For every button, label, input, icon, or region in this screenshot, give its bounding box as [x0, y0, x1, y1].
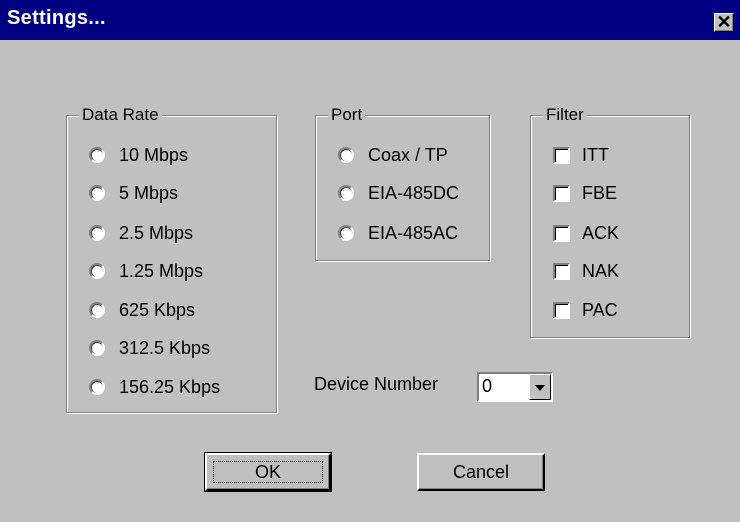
option-label: 156.25 Kbps — [119, 376, 221, 397]
radio-icon — [338, 147, 354, 163]
port-group: Port Coax / TP EIA-485DC EIA-485AC — [315, 104, 490, 261]
option-label: 5 Mbps — [119, 182, 179, 203]
radio-icon — [89, 302, 105, 318]
option-label: EIA-485DC — [368, 182, 460, 203]
radio-icon — [89, 340, 105, 356]
checkbox-icon — [553, 301, 570, 319]
ok-button[interactable]: OK — [204, 452, 332, 492]
device-number-value: 0 — [482, 376, 493, 396]
checkbox-icon — [553, 224, 570, 242]
filter-option-pac[interactable]: PAC — [553, 297, 618, 323]
option-label: 10 Mbps — [119, 144, 189, 165]
data-rate-option-1-25mbps[interactable]: 1.25 Mbps — [89, 258, 203, 284]
title-bar: Settings... ✕ — [0, 0, 740, 40]
data-rate-option-156-25kbps[interactable]: 156.25 Kbps — [89, 374, 220, 400]
data-rate-option-10mbps[interactable]: 10 Mbps — [89, 142, 188, 168]
close-button[interactable]: ✕ — [714, 13, 734, 32]
radio-icon — [89, 225, 105, 241]
option-label: ACK — [582, 222, 620, 243]
radio-icon — [89, 379, 105, 395]
data-rate-legend: Data Rate — [79, 104, 162, 126]
device-number-label: Device Number — [314, 374, 439, 394]
radio-icon — [338, 185, 354, 201]
chevron-down-icon[interactable] — [529, 374, 551, 400]
option-label: ITT — [582, 144, 609, 165]
option-label: Coax / TP — [368, 144, 448, 165]
filter-option-fbe[interactable]: FBE — [553, 180, 617, 206]
checkbox-icon — [553, 262, 570, 280]
option-label: FBE — [582, 182, 618, 203]
filter-legend: Filter — [543, 104, 587, 126]
filter-option-ack[interactable]: ACK — [553, 220, 619, 246]
cancel-button-label: Cancel — [452, 461, 510, 482]
option-label: 1.25 Mbps — [119, 260, 204, 281]
settings-dialog: Settings... ✕ Data Rate 10 Mbps 5 Mbps 2… — [0, 0, 740, 522]
radio-icon — [338, 225, 354, 241]
option-label: 625 Kbps — [119, 299, 196, 320]
radio-icon — [89, 147, 105, 163]
filter-option-itt[interactable]: ITT — [553, 142, 609, 168]
checkbox-icon — [553, 146, 570, 164]
option-label: 2.5 Mbps — [119, 222, 194, 243]
option-label: 312.5 Kbps — [119, 337, 211, 358]
option-label: EIA-485AC — [368, 222, 459, 243]
data-rate-option-2-5mbps[interactable]: 2.5 Mbps — [89, 220, 193, 246]
dialog-title: Settings... — [7, 7, 106, 29]
filter-option-nak[interactable]: NAK — [553, 258, 619, 284]
filter-group: Filter ITT FBE ACK NAK PAC — [530, 104, 690, 338]
option-label: PAC — [582, 299, 618, 320]
option-label: NAK — [582, 260, 620, 281]
data-rate-option-312-5kbps[interactable]: 312.5 Kbps — [89, 335, 210, 361]
data-rate-option-625kbps[interactable]: 625 Kbps — [89, 297, 195, 323]
cancel-button[interactable]: Cancel — [417, 453, 545, 491]
focus-rect — [213, 461, 323, 483]
radio-icon — [89, 185, 105, 201]
port-option-coax-tp[interactable]: Coax / TP — [338, 142, 448, 168]
close-icon: ✕ — [716, 12, 732, 32]
port-option-eia-485dc[interactable]: EIA-485DC — [338, 180, 459, 206]
radio-icon — [89, 263, 105, 279]
port-legend: Port — [328, 104, 366, 126]
port-option-eia-485ac[interactable]: EIA-485AC — [338, 220, 458, 246]
data-rate-group: Data Rate 10 Mbps 5 Mbps 2.5 Mbps 1.25 M… — [66, 104, 277, 413]
device-number-select[interactable]: 0 — [477, 372, 553, 402]
checkbox-icon — [553, 184, 570, 202]
data-rate-option-5mbps[interactable]: 5 Mbps — [89, 180, 178, 206]
